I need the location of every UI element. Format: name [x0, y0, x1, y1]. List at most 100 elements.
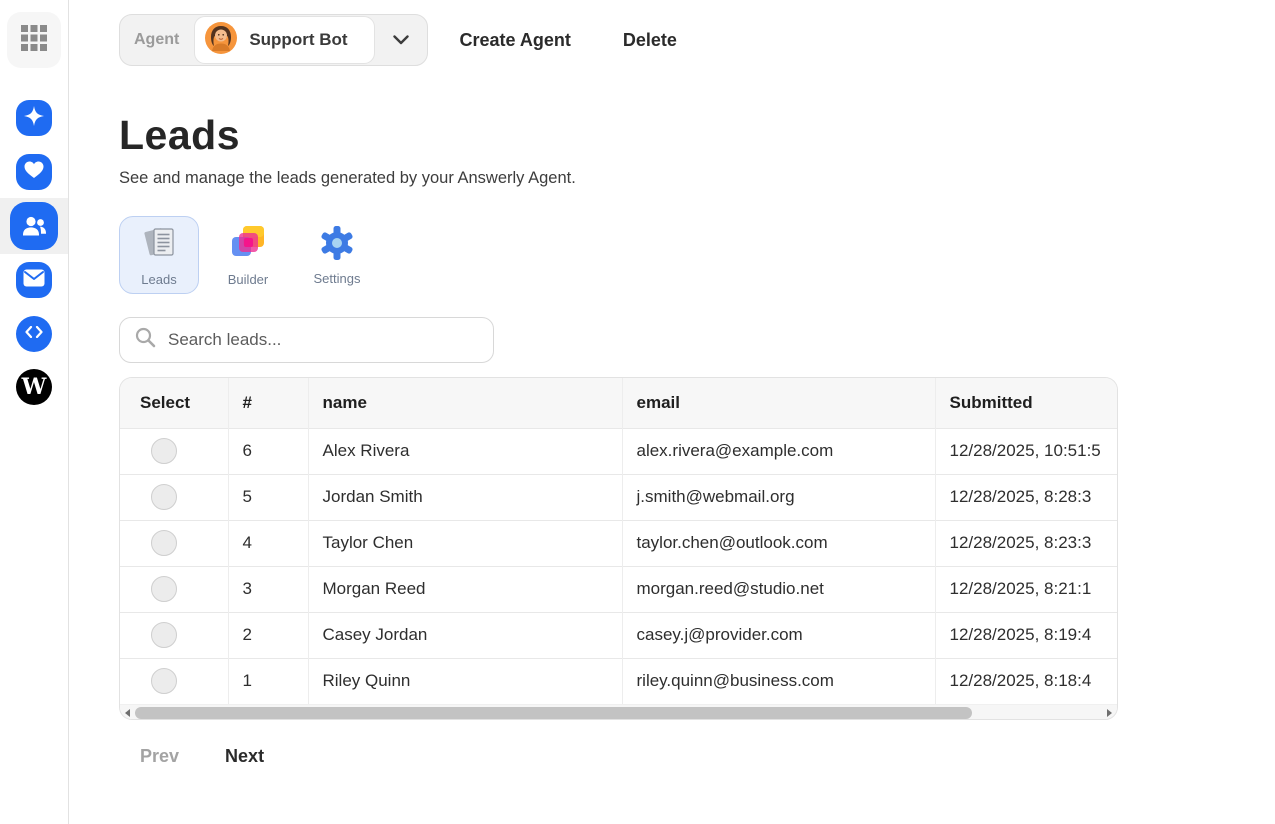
tab-builder[interactable]: Builder	[208, 216, 288, 294]
agent-selector-label: Agent	[120, 31, 194, 49]
section-tabs: Leads Builder	[119, 216, 1275, 294]
column-header: Submitted	[935, 378, 1117, 428]
people-icon	[10, 202, 58, 250]
tab-settings[interactable]: Settings	[297, 216, 377, 294]
chevron-down-icon	[375, 35, 427, 45]
table-row: 3Morgan Reedmorgan.reed@studio.net12/28/…	[120, 566, 1117, 612]
sidebar-item-wordpress[interactable]: W	[16, 369, 52, 405]
search-input[interactable]	[168, 330, 493, 350]
column-header: email	[622, 378, 935, 428]
tab-leads[interactable]: Leads	[119, 216, 199, 294]
sidebar-item-sparkle[interactable]	[16, 100, 52, 136]
tab-label: Settings	[314, 271, 361, 286]
table-row: 6Alex Riveraalex.rivera@example.com12/28…	[120, 428, 1117, 474]
cell-email: riley.quinn@business.com	[622, 658, 935, 704]
create-agent-button[interactable]: Create Agent	[460, 30, 571, 51]
cell-email: morgan.reed@studio.net	[622, 566, 935, 612]
cell-email: alex.rivera@example.com	[622, 428, 935, 474]
cell-email: j.smith@webmail.org	[622, 474, 935, 520]
prev-page-button[interactable]: Prev	[140, 746, 179, 767]
agent-avatar	[204, 21, 238, 60]
main-content: Agent Support Bot	[69, 0, 1275, 824]
table-row: 5Jordan Smithj.smith@webmail.org12/28/20…	[120, 474, 1117, 520]
cell-submitted: 12/28/2025, 8:21:1	[935, 566, 1117, 612]
cell-select	[120, 474, 228, 520]
agent-pill: Support Bot	[194, 16, 374, 64]
search-icon	[135, 327, 156, 353]
cell-submitted: 12/28/2025, 8:18:4	[935, 658, 1117, 704]
cell-submitted: 12/28/2025, 8:19:4	[935, 612, 1117, 658]
cell-name: Riley Quinn	[308, 658, 622, 704]
tab-label: Leads	[141, 272, 176, 287]
mail-icon	[23, 269, 45, 292]
cell-submitted: 12/28/2025, 8:28:3	[935, 474, 1117, 520]
apps-grid-icon	[20, 24, 48, 57]
cell-number: 4	[228, 520, 308, 566]
column-header: name	[308, 378, 622, 428]
sidebar-item-leads[interactable]	[0, 198, 68, 254]
table-header-row: Select#nameemailSubmitted	[120, 378, 1117, 428]
sidebar-item-embed[interactable]	[16, 316, 52, 352]
code-icon	[25, 325, 43, 343]
column-header: #	[228, 378, 308, 428]
column-header: Select	[120, 378, 228, 428]
select-radio[interactable]	[151, 484, 177, 510]
cell-select	[120, 566, 228, 612]
cell-name: Alex Rivera	[308, 428, 622, 474]
table-scroll-area: Select#nameemailSubmitted 6Alex Riveraal…	[120, 378, 1117, 704]
select-radio[interactable]	[151, 530, 177, 556]
delete-agent-button[interactable]: Delete	[623, 30, 677, 51]
agent-selector-dropdown[interactable]: Agent Support Bot	[119, 14, 428, 66]
scrollbar-thumb[interactable]	[135, 707, 972, 719]
sidebar-item-mail[interactable]	[16, 262, 52, 298]
table-row: 1Riley Quinnriley.quinn@business.com12/2…	[120, 658, 1117, 704]
pagination: Prev Next	[119, 746, 1275, 767]
cell-number: 3	[228, 566, 308, 612]
gear-icon	[319, 225, 355, 264]
cell-name: Morgan Reed	[308, 566, 622, 612]
cell-name: Jordan Smith	[308, 474, 622, 520]
page-subtitle: See and manage the leads generated by yo…	[119, 169, 1275, 188]
cell-number: 6	[228, 428, 308, 474]
cell-name: Casey Jordan	[308, 612, 622, 658]
cell-number: 5	[228, 474, 308, 520]
page-title: Leads	[119, 112, 1275, 159]
scroll-left-arrow[interactable]	[120, 705, 135, 720]
cell-number: 2	[228, 612, 308, 658]
cell-select	[120, 428, 228, 474]
cell-select	[120, 520, 228, 566]
table-row: 4Taylor Chentaylor.chen@outlook.com12/28…	[120, 520, 1117, 566]
cell-select	[120, 658, 228, 704]
cell-number: 1	[228, 658, 308, 704]
leads-table: Select#nameemailSubmitted 6Alex Riveraal…	[120, 378, 1117, 704]
select-radio[interactable]	[151, 622, 177, 648]
agent-name: Support Bot	[249, 30, 347, 50]
select-radio[interactable]	[151, 438, 177, 464]
select-radio[interactable]	[151, 576, 177, 602]
wordpress-icon: W	[22, 374, 47, 400]
apps-grid-button[interactable]	[7, 12, 61, 68]
sidebar: W	[0, 0, 69, 824]
app-window: W Agent	[0, 0, 1275, 824]
scroll-right-arrow[interactable]	[1102, 705, 1117, 720]
heart-icon	[24, 161, 44, 184]
table-row: 2Casey Jordancasey.j@provider.com12/28/2…	[120, 612, 1117, 658]
search-box	[119, 317, 494, 363]
cell-email: casey.j@provider.com	[622, 612, 935, 658]
builder-icon	[229, 224, 267, 265]
cell-name: Taylor Chen	[308, 520, 622, 566]
horizontal-scrollbar	[120, 704, 1117, 719]
sparkle-icon	[23, 105, 45, 132]
table-body: 6Alex Riveraalex.rivera@example.com12/28…	[120, 428, 1117, 704]
select-radio[interactable]	[151, 668, 177, 694]
sidebar-item-favorites[interactable]	[16, 154, 52, 190]
cell-submitted: 12/28/2025, 8:23:3	[935, 520, 1117, 566]
next-page-button[interactable]: Next	[225, 746, 264, 767]
leads-table-card: Select#nameemailSubmitted 6Alex Riveraal…	[119, 377, 1118, 720]
topbar: Agent Support Bot	[119, 14, 1275, 66]
tab-label: Builder	[228, 272, 268, 287]
documents-icon	[139, 224, 179, 265]
cell-select	[120, 612, 228, 658]
cell-submitted: 12/28/2025, 10:51:5	[935, 428, 1117, 474]
cell-email: taylor.chen@outlook.com	[622, 520, 935, 566]
